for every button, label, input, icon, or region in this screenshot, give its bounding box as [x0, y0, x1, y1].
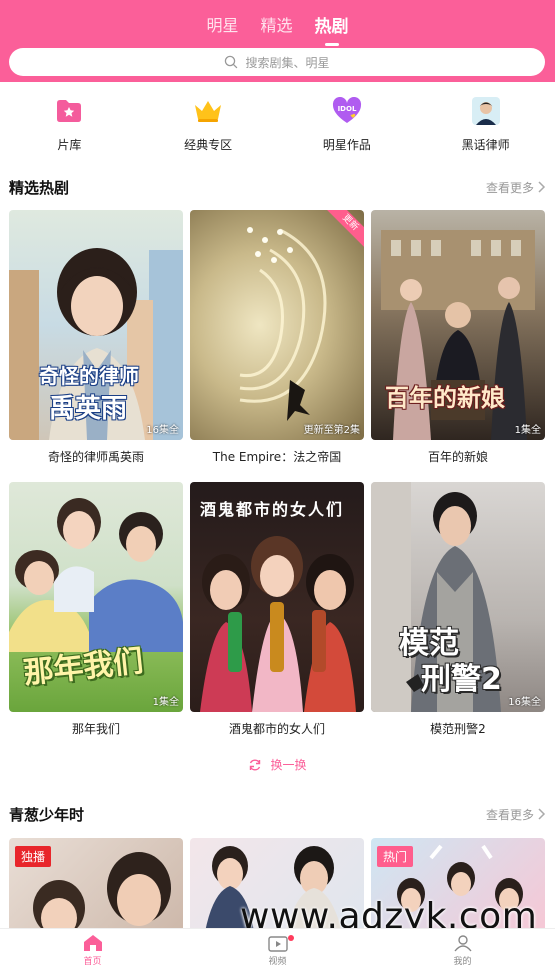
section-title: 青葱少年时	[9, 805, 85, 824]
top-tabs: 明星 精选 热剧	[0, 12, 555, 42]
top-header: 明星 精选 热剧 搜索剧集、明星	[0, 0, 555, 82]
category-library[interactable]: 片库	[0, 96, 139, 153]
drama-poster: 更新 更新至第2集	[190, 210, 364, 440]
category-label: 明星作品	[322, 138, 371, 152]
tab-featured[interactable]: 精选	[261, 12, 293, 42]
chevron-right-icon	[538, 181, 546, 193]
drama-title: 奇怪的律师禹英雨	[47, 450, 144, 464]
actor-avatar-icon	[471, 96, 501, 126]
notification-dot	[287, 935, 294, 941]
nav-label: 首页	[83, 957, 102, 967]
refresh-icon	[250, 759, 261, 770]
refresh-label: 换一换	[270, 758, 307, 772]
user-icon	[453, 935, 472, 952]
poster-title-line: 百年的新娘	[385, 384, 505, 412]
home-icon	[83, 935, 102, 951]
episode-badge: 16集全	[508, 697, 541, 708]
poster-title-line: 刑警2	[421, 662, 502, 697]
see-more-label: 查看更多	[485, 180, 534, 195]
drama-card[interactable]: 那年我们 1集全 那年我们	[9, 482, 183, 738]
tab-stars[interactable]: 明星	[206, 12, 238, 42]
category-row: 片库 经典专区 IDOL 明星作品 黑话律师	[0, 96, 555, 153]
folder-star-icon	[54, 96, 84, 126]
hot-tag: 热门	[377, 846, 414, 867]
episode-badge: 更新至第2集	[303, 425, 360, 436]
category-black-lawyer[interactable]: 黑话律师	[416, 96, 555, 153]
drama-title: 模范刑警2	[430, 722, 486, 736]
drama-poster: 那年我们 1集全	[9, 482, 183, 712]
see-more-link[interactable]: 查看更多	[486, 806, 546, 823]
category-star-works[interactable]: IDOL 明星作品	[278, 96, 417, 153]
drama-title: 百年的新娘	[427, 450, 488, 464]
bottom-nav: 首页 视频 我的	[0, 928, 555, 972]
poster-illustration	[239, 227, 327, 421]
section-title: 精选热剧	[9, 178, 70, 197]
category-label: 黑话律师	[461, 138, 510, 152]
drama-card[interactable]: 独播	[9, 838, 183, 932]
poster-title-line: 奇怪的律师	[39, 364, 139, 388]
drama-title: 那年我们	[71, 722, 120, 736]
featured-section-header: 精选热剧 查看更多	[9, 176, 546, 198]
nav-profile[interactable]: 我的	[370, 929, 555, 972]
category-label: 片库	[57, 138, 82, 152]
episode-badge: 16集全	[146, 425, 179, 436]
category-classics[interactable]: 经典专区	[139, 96, 278, 153]
crown-icon	[193, 96, 223, 126]
drama-card[interactable]: 酒鬼都市的女人们 酒鬼都市的女人们	[190, 482, 364, 738]
episode-badge: 1集全	[514, 425, 541, 436]
poster-title-line: 酒鬼都市的女人们	[200, 500, 345, 519]
idol-heart-icon: IDOL	[332, 96, 362, 126]
drama-title: The Empire：法之帝国	[212, 450, 342, 464]
drama-poster: 奇怪的律师 禹英雨 16集全	[9, 210, 183, 440]
drama-card[interactable]: 百年的新娘 1集全 百年的新娘	[371, 210, 545, 466]
nav-label: 视频	[268, 957, 287, 967]
youth-section-header: 青葱少年时 查看更多	[9, 803, 546, 825]
search-placeholder: 搜索剧集、明星	[245, 55, 330, 70]
refresh-button[interactable]: 换一换	[0, 756, 555, 773]
category-label: 经典专区	[184, 138, 233, 152]
video-play-icon	[267, 936, 288, 952]
drama-card[interactable]: 奇怪的律师 禹英雨 16集全 奇怪的律师禹英雨	[9, 210, 183, 466]
drama-card[interactable]: 模范 刑警2 16集全 模范刑警2	[371, 482, 545, 738]
nav-video[interactable]: 视频	[185, 929, 370, 972]
episode-badge: 1集全	[152, 697, 179, 708]
exclusive-tag: 独播	[15, 846, 52, 867]
drama-title: 酒鬼都市的女人们	[228, 722, 325, 736]
see-more-label: 查看更多	[485, 807, 534, 822]
drama-card[interactable]: 更新 更新至第2集 The Empire：法之帝国	[190, 210, 364, 466]
featured-grid: 奇怪的律师 禹英雨 16集全 奇怪的律师禹英雨 更新 更新至第2集 The Em…	[9, 210, 546, 738]
search-input[interactable]: 搜索剧集、明星	[9, 48, 545, 76]
chevron-right-icon	[538, 808, 546, 820]
nav-label: 我的	[453, 957, 472, 967]
nav-home[interactable]: 首页	[0, 929, 185, 972]
tab-hot-dramas[interactable]: 热剧	[315, 12, 349, 42]
poster-title-line: 禹英雨	[49, 394, 128, 424]
svg-text:IDOL: IDOL	[337, 105, 356, 113]
see-more-link[interactable]: 查看更多	[486, 179, 546, 196]
search-icon	[225, 55, 238, 69]
drama-poster: 酒鬼都市的女人们	[190, 482, 364, 712]
drama-poster: 模范 刑警2 16集全	[371, 482, 545, 712]
drama-poster: 百年的新娘 1集全	[371, 210, 545, 440]
